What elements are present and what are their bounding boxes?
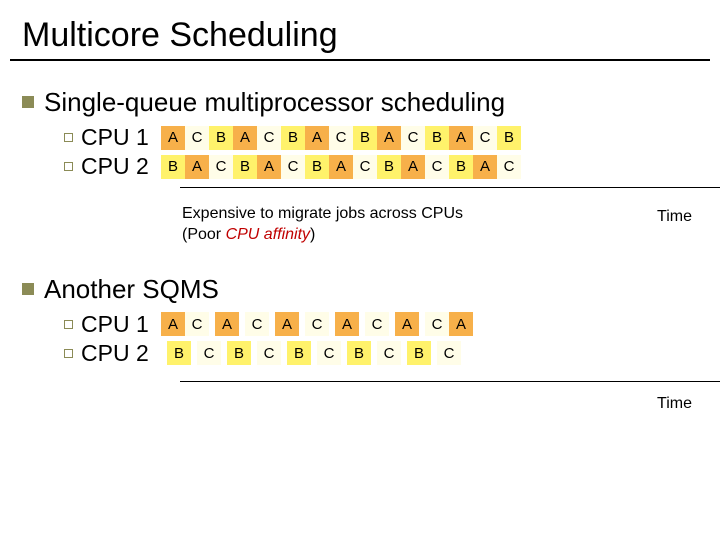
section-1-rows: CPU 1ACBACBACBACBACBCPU 2BACBACBACBACBAC	[22, 124, 720, 180]
cpu-label: CPU 1	[81, 124, 153, 151]
task-cell-A: A	[161, 126, 185, 150]
task-cell-C: C	[425, 155, 449, 179]
schedule-track: BCBCBCBCBC	[161, 341, 461, 365]
cpu-label: CPU 2	[81, 153, 153, 180]
task-cell-A: A	[233, 126, 257, 150]
section-2-rows: CPU 1ACACACACACACPU 2BCBCBCBCBC	[22, 311, 720, 367]
task-cell-A: A	[329, 155, 353, 179]
task-cell-C: C	[425, 312, 449, 336]
schedule-track: ACBACBACBACBACB	[161, 126, 521, 150]
section-2: Another SQMS CPU 1ACACACACACACPU 2BCBCBC…	[0, 274, 720, 411]
bullet-icon	[22, 96, 34, 108]
task-cell-C: C	[365, 312, 389, 336]
cpu-row: CPU 1ACBACBACBACBACB	[64, 124, 720, 151]
task-cell-C: C	[185, 312, 209, 336]
task-cell-A: A	[161, 312, 185, 336]
task-cell-C: C	[197, 341, 221, 365]
slide-title: Multicore Scheduling	[22, 16, 698, 55]
task-cell-B: B	[161, 155, 185, 179]
sub-bullet-icon	[64, 162, 73, 171]
task-cell-A: A	[377, 126, 401, 150]
caption-line2-post: )	[310, 226, 315, 243]
task-cell-A: A	[449, 126, 473, 150]
time-label-2: Time	[657, 395, 692, 413]
cpu-label: CPU 2	[81, 340, 153, 367]
task-cell-C: C	[317, 341, 341, 365]
sub-bullet-icon	[64, 133, 73, 142]
task-cell-C: C	[353, 155, 377, 179]
task-cell-B: B	[425, 126, 449, 150]
task-cell-B: B	[227, 341, 251, 365]
task-cell-A: A	[215, 312, 239, 336]
task-cell-B: B	[377, 155, 401, 179]
task-cell-B: B	[233, 155, 257, 179]
schedule-track: ACACACACACA	[161, 312, 473, 336]
task-cell-A: A	[257, 155, 281, 179]
task-cell-B: B	[497, 126, 521, 150]
task-cell-B: B	[167, 341, 191, 365]
cpu-row: CPU 2BCBCBCBCBC	[64, 340, 720, 367]
timeline-arrow-1	[110, 182, 720, 196]
task-cell-C: C	[245, 312, 269, 336]
caption: Expensive to migrate jobs across CPUs (P…	[182, 204, 720, 246]
cpu-row: CPU 1ACACACACACA	[64, 311, 720, 338]
section-1-heading: Single-queue multiprocessor scheduling	[44, 87, 505, 118]
bullet-icon	[22, 283, 34, 295]
task-cell-A: A	[401, 155, 425, 179]
task-cell-B: B	[353, 126, 377, 150]
cpu-row: CPU 2BACBACBACBACBAC	[64, 153, 720, 180]
task-cell-A: A	[473, 155, 497, 179]
task-cell-C: C	[437, 341, 461, 365]
section-1-heading-row: Single-queue multiprocessor scheduling	[22, 87, 720, 118]
caption-line2-em: CPU affinity	[226, 226, 310, 243]
caption-line2-pre: (Poor	[182, 226, 226, 243]
task-cell-B: B	[407, 341, 431, 365]
sub-bullet-icon	[64, 320, 73, 329]
sub-bullet-icon	[64, 349, 73, 358]
task-cell-A: A	[185, 155, 209, 179]
task-cell-C: C	[185, 126, 209, 150]
task-cell-B: B	[209, 126, 233, 150]
task-cell-A: A	[275, 312, 299, 336]
timeline-arrow-2	[110, 377, 720, 391]
task-cell-C: C	[281, 155, 305, 179]
task-cell-A: A	[335, 312, 359, 336]
task-cell-B: B	[281, 126, 305, 150]
task-cell-B: B	[347, 341, 371, 365]
cpu-label: CPU 1	[81, 311, 153, 338]
task-cell-A: A	[449, 312, 473, 336]
schedule-track: BACBACBACBACBAC	[161, 155, 521, 179]
section-2-heading-row: Another SQMS	[22, 274, 720, 305]
task-cell-C: C	[329, 126, 353, 150]
task-cell-C: C	[473, 126, 497, 150]
task-cell-B: B	[449, 155, 473, 179]
task-cell-C: C	[401, 126, 425, 150]
task-cell-C: C	[257, 126, 281, 150]
task-cell-C: C	[377, 341, 401, 365]
task-cell-B: B	[287, 341, 311, 365]
caption-line1: Expensive to migrate jobs across CPUs	[182, 205, 463, 222]
task-cell-C: C	[497, 155, 521, 179]
task-cell-A: A	[395, 312, 419, 336]
task-cell-C: C	[257, 341, 281, 365]
section-1: Single-queue multiprocessor scheduling C…	[0, 87, 720, 246]
title-bar: Multicore Scheduling	[10, 8, 710, 61]
section-2-heading: Another SQMS	[44, 274, 219, 305]
task-cell-A: A	[305, 126, 329, 150]
time-label-1: Time	[657, 208, 692, 226]
task-cell-C: C	[209, 155, 233, 179]
task-cell-C: C	[305, 312, 329, 336]
task-cell-B: B	[305, 155, 329, 179]
